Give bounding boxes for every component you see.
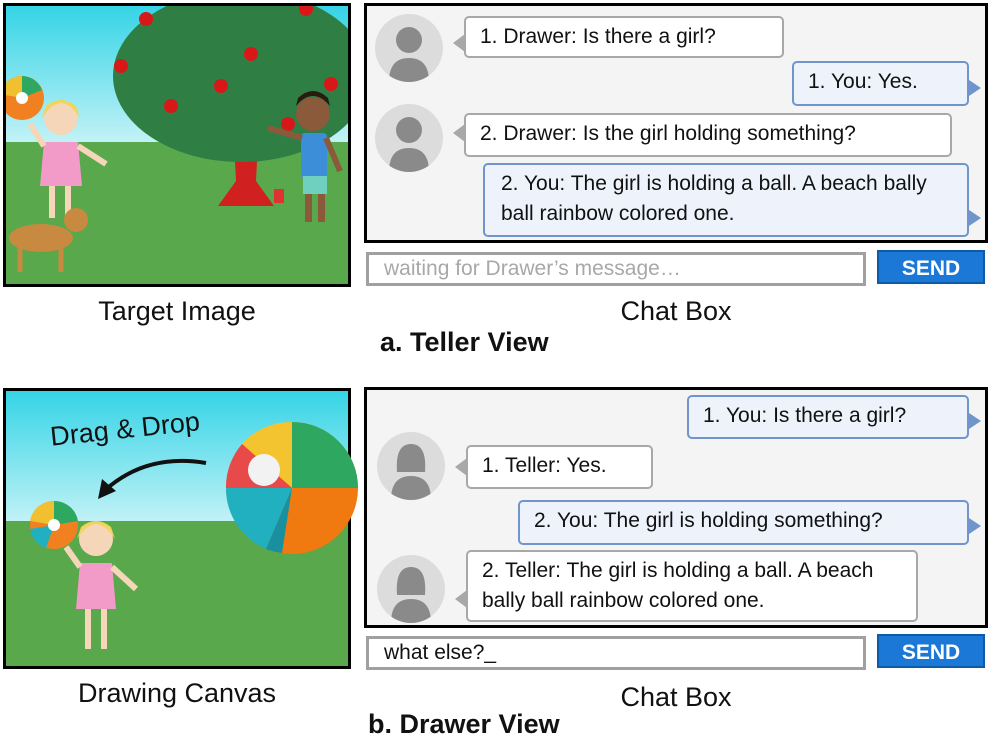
chat-caption: Chat Box: [620, 296, 732, 326]
drawer-avatar: [375, 104, 443, 172]
chat-message: 1. Teller: Yes.: [466, 445, 653, 489]
send-button[interactable]: SEND: [877, 634, 985, 668]
male-silhouette-icon: [389, 117, 429, 172]
message-input[interactable]: what else?_: [366, 636, 866, 670]
view-title: b. Drawer View: [368, 709, 560, 739]
target-image: [3, 3, 351, 287]
beach-ball-clipart[interactable]: [222, 418, 362, 558]
drawer-avatar: [375, 14, 443, 82]
teller-avatar: [377, 555, 445, 623]
teller-chat-box: 1. Drawer: Is there a girl? 1. You: Yes.…: [364, 3, 988, 243]
male-silhouette-icon: [389, 27, 429, 82]
send-button[interactable]: SEND: [877, 250, 985, 284]
teller-avatar: [377, 432, 445, 500]
female-silhouette-icon: [391, 444, 431, 500]
image-caption: Target Image: [98, 296, 256, 326]
chat-message: 2. You: The girl is holding a ball. A be…: [483, 163, 969, 237]
target-scene: [6, 6, 348, 284]
view-title: a. Teller View: [380, 327, 549, 357]
chat-message: 1. Drawer: Is there a girl?: [464, 16, 784, 58]
chat-message: 2. Drawer: Is the girl holding something…: [464, 113, 952, 157]
chat-message: 1. You: Is there a girl?: [687, 395, 969, 439]
canvas-caption: Drawing Canvas: [77, 678, 277, 708]
female-silhouette-icon: [391, 567, 431, 623]
drawer-chat-box: 1. You: Is there a girl? 1. Teller: Yes.…: [364, 387, 988, 628]
chat-message: 1. You: Yes.: [792, 61, 969, 106]
message-input[interactable]: waiting for Drawer’s message…: [366, 252, 866, 286]
chat-message: 2. Teller: The girl is holding a ball. A…: [466, 550, 918, 622]
chat-message: 2. You: The girl is holding something?: [518, 500, 969, 545]
